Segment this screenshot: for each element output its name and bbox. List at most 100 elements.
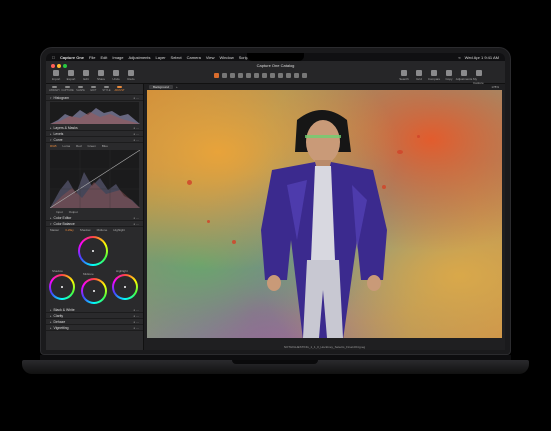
crop-tool-icon[interactable] [230, 73, 235, 78]
keystone-tool-icon[interactable] [246, 73, 251, 78]
image-viewer: Background + 178% NOTHIGHESTING_1_1_0_Ho… [144, 84, 505, 350]
section-tools-icon[interactable]: ● ⋯ [133, 222, 139, 226]
annotate-tool-icon[interactable] [302, 73, 307, 78]
histogram-graph [50, 108, 140, 124]
eraser-tool-icon[interactable] [262, 73, 267, 78]
curve-editor[interactable] [49, 149, 141, 209]
highlight-color-wheel[interactable] [112, 274, 138, 300]
heal-tool-icon[interactable] [278, 73, 283, 78]
import-button[interactable]: Import [50, 70, 62, 81]
style-icon [104, 86, 109, 88]
user-icon [476, 70, 482, 76]
export-button[interactable]: Export [65, 70, 77, 81]
curve-tab-rgb[interactable]: RGB [50, 144, 57, 148]
balance-tab-midtone[interactable]: Midtone [97, 228, 108, 232]
section-tools-icon[interactable]: ● ⋯ [133, 132, 139, 136]
menu-window[interactable]: Window [220, 55, 234, 60]
tool-tabs: LIBRARY CAPTURE SHAPE EDIT STYLE ADJUST [46, 84, 143, 95]
screen:  Capture One File Edit Image Adjustment… [46, 53, 505, 350]
histogram-header[interactable]: ▾ Histogram ● ⋯ [46, 95, 143, 101]
chevron-right-icon: ▸ [50, 319, 52, 324]
menu-select[interactable]: Select [171, 55, 182, 60]
cursor-tools-group [214, 73, 307, 78]
tab-style[interactable]: STYLE [101, 86, 112, 92]
section-tools-icon[interactable]: ● ⋯ [133, 326, 139, 330]
wifi-icon[interactable]: ≈ [458, 55, 460, 60]
chevron-right-icon: ▸ [50, 307, 52, 312]
tab-capture[interactable]: CAPTURE [61, 86, 74, 92]
portrait-subject [261, 110, 387, 338]
wheel-handle[interactable] [61, 286, 63, 288]
chevron-down-icon: ▾ [50, 137, 52, 142]
gradient-tool-icon[interactable] [270, 73, 275, 78]
menubar-clock[interactable]: Wed Apr 1 9:41 AM [465, 55, 499, 60]
curve-tab-red[interactable]: Red [76, 144, 82, 148]
tab-shape[interactable]: SHAPE [75, 86, 86, 92]
wheel-handle[interactable] [93, 290, 95, 292]
curve-tab-blue[interactable]: Blue [102, 144, 108, 148]
menu-view[interactable]: View [206, 55, 215, 60]
redo-button[interactable]: Redo [125, 70, 137, 81]
menu-edit[interactable]: Edit [100, 55, 107, 60]
histogram [50, 102, 140, 124]
menu-file[interactable]: File [89, 55, 95, 60]
edit-icon [83, 70, 89, 76]
select-tool-icon[interactable] [222, 73, 227, 78]
section-tools-icon[interactable]: ● ⋯ [133, 308, 139, 312]
section-tools-icon[interactable]: ● ⋯ [133, 126, 139, 130]
share-button[interactable]: Share [95, 70, 107, 81]
wheel-handle[interactable] [92, 250, 94, 252]
add-layer-icon[interactable]: + [176, 85, 178, 89]
shadow-color-wheel[interactable] [49, 274, 75, 300]
balance-tab-3way[interactable]: 3-Way [65, 228, 74, 232]
balance-tab-highlight[interactable]: Highlight [113, 228, 125, 232]
warning-icon [431, 70, 437, 76]
search-icon [401, 70, 407, 76]
color-wheels: Shadow Midtone Highlight [46, 233, 143, 307]
menu-camera[interactable]: Camera [187, 55, 201, 60]
adjust-icon [117, 86, 122, 88]
section-tools-icon[interactable]: ● ⋯ [133, 138, 139, 142]
layer-selector[interactable]: Background [149, 85, 174, 89]
laptop:  Capture One File Edit Image Adjustment… [0, 0, 551, 431]
pan-tool-icon[interactable] [214, 73, 219, 78]
menu-app[interactable]: Capture One [60, 55, 84, 60]
lid-groove [232, 360, 318, 364]
curve-tab-green[interactable]: Green [88, 144, 96, 148]
tab-edit[interactable]: EDIT [88, 86, 99, 92]
chevron-right-icon: ▸ [50, 131, 52, 136]
master-color-wheel[interactable] [78, 236, 108, 266]
library-icon [52, 86, 57, 88]
brush-tool-icon[interactable] [254, 73, 259, 78]
crop-icon [78, 86, 83, 88]
curve-input-label: Input [56, 210, 63, 214]
clone-tool-icon[interactable] [286, 73, 291, 78]
menu-image[interactable]: Image [112, 55, 123, 60]
tab-library[interactable]: LIBRARY [49, 86, 60, 92]
menu-layer[interactable]: Layer [156, 55, 166, 60]
picker-tool-icon[interactable] [294, 73, 299, 78]
undo-icon [113, 70, 119, 76]
menu-adjustments[interactable]: Adjustments [129, 55, 151, 60]
chevron-right-icon: ▸ [50, 215, 52, 220]
section-tools-icon[interactable]: ● ⋯ [133, 320, 139, 324]
section-tools-icon[interactable]: ● ⋯ [133, 96, 139, 100]
balance-tab-shadow[interactable]: Shadow [80, 228, 91, 232]
balance-tab-master[interactable]: Master [50, 228, 59, 232]
rotate-tool-icon[interactable] [238, 73, 243, 78]
midtone-color-wheel[interactable] [81, 278, 107, 304]
photo[interactable] [147, 90, 502, 338]
zoom-level[interactable]: 178% [491, 85, 499, 89]
section-tools-icon[interactable]: ● ⋯ [133, 216, 139, 220]
curve-tab-luma[interactable]: Luma [63, 144, 71, 148]
import-icon [53, 70, 59, 76]
undo-button[interactable]: Undo [110, 70, 122, 81]
wheel-handle[interactable] [124, 286, 126, 288]
chevron-right-icon: ▸ [50, 125, 52, 130]
apple-icon[interactable]:  [52, 55, 55, 60]
vignetting-header[interactable]: ▸ Vignetting ● ⋯ [46, 325, 143, 331]
adjustments-icon [461, 70, 467, 76]
edit-button[interactable]: Edit [80, 70, 92, 81]
section-tools-icon[interactable]: ● ⋯ [133, 314, 139, 318]
tab-adjust[interactable]: ADJUST [114, 86, 125, 92]
